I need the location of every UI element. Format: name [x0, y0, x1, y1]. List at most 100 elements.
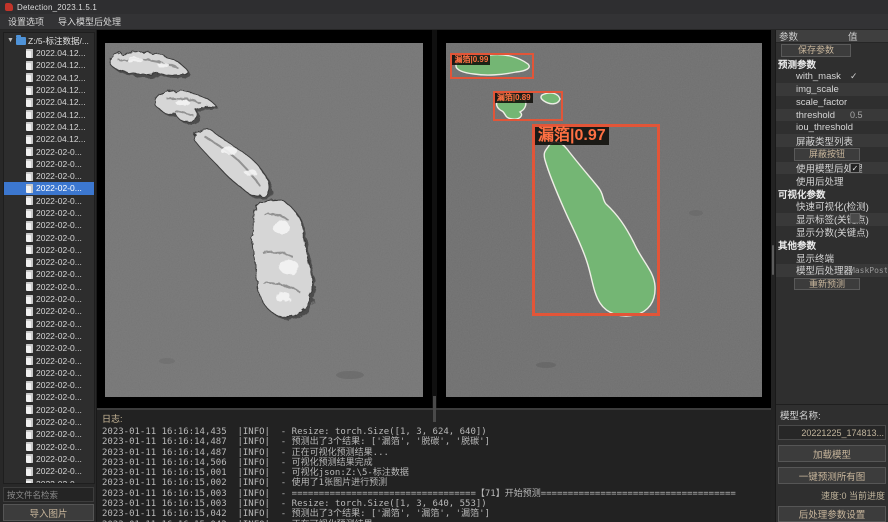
tree-item-label: 2022-02-0... — [36, 368, 82, 378]
tree-item[interactable]: 2022-02-0... — [4, 158, 94, 170]
postprocess-params-button[interactable]: 后处理参数设置 — [778, 506, 886, 522]
tree-item[interactable]: 2022-02-0... — [4, 244, 94, 256]
param-row[interactable]: threshold0.5 — [776, 109, 888, 122]
tree-item[interactable]: 2022-02-0... — [4, 330, 94, 342]
params-section-header: 其他参数 — [776, 238, 888, 251]
tree-item[interactable]: 2022.04.12... — [4, 59, 94, 71]
log-line: 2023-01-11 16:16:14,487 |INFO| - 预测出了3个结… — [102, 437, 771, 447]
param-value[interactable] — [850, 213, 887, 225]
tree-item[interactable]: 2022-02-0... — [4, 281, 94, 293]
file-tree[interactable]: ▼ Z:/5-标注数据/... 2022.04.12...2022.04.12.… — [3, 32, 95, 484]
tree-item[interactable]: 2022-02-0... — [4, 293, 94, 305]
tree-item[interactable]: 2022-02-0... — [4, 342, 94, 354]
tree-item[interactable]: 2022-02-0... — [4, 441, 94, 453]
tree-item[interactable]: 2022-02-0... — [4, 195, 94, 207]
tree-item[interactable]: 2022-02-0... — [4, 305, 94, 317]
param-value[interactable]: ✓ — [850, 163, 887, 173]
tree-item[interactable]: 2022-02-0... — [4, 145, 94, 157]
params-button[interactable]: 重新预测 — [794, 278, 860, 291]
tree-item[interactable]: 2022-02-0... — [4, 207, 94, 219]
tree-item[interactable]: 2022-02-0... — [4, 256, 94, 268]
model-name-field[interactable]: 20221225_174813... — [778, 425, 886, 440]
params-button[interactable]: 屏蔽按钮 — [794, 148, 860, 161]
tree-item[interactable]: 2022-02-0... — [4, 219, 94, 231]
chevron-down-icon[interactable]: ▼ — [7, 37, 14, 44]
tree-root-folder[interactable]: ▼ Z:/5-标注数据/... — [4, 34, 94, 47]
param-label: img_scale — [776, 84, 839, 95]
tree-item[interactable]: 2022-02-0... — [4, 318, 94, 330]
param-row[interactable]: 使用后处理 — [776, 174, 888, 187]
param-row[interactable]: with_mask✓ — [776, 70, 888, 83]
file-icon — [26, 418, 33, 427]
tree-item[interactable]: 2022-02-0... — [4, 354, 94, 366]
param-row[interactable]: scale_factor — [776, 96, 888, 109]
viewer-splitter[interactable] — [432, 30, 437, 408]
tree-item[interactable]: 2022-02-0... — [4, 453, 94, 465]
param-row[interactable]: 显示分数(关键点) — [776, 226, 888, 239]
import-image-button[interactable]: 导入图片 — [3, 504, 94, 521]
params-scrollbar[interactable] — [771, 30, 775, 522]
tree-item[interactable]: 2022-02-0... — [4, 416, 94, 428]
tree-item[interactable]: 2022.04.12... — [4, 133, 94, 145]
file-icon — [26, 270, 33, 279]
file-icon — [26, 86, 33, 95]
tree-item-label: 2022-02-0... — [36, 454, 82, 464]
menu-item-settings[interactable]: 设置选项 — [8, 15, 44, 28]
tree-item[interactable]: 2022-02-0 — [4, 477, 94, 484]
param-row[interactable]: img_scale — [776, 83, 888, 96]
tree-item-label: 2022-02-0... — [36, 220, 82, 230]
source-image-viewer[interactable] — [97, 30, 432, 408]
scrollbar-thumb[interactable] — [772, 245, 774, 275]
tree-item[interactable]: 2022-02-0... — [4, 465, 94, 477]
predict-all-button[interactable]: 一键预测所有图 — [778, 467, 886, 484]
column-header-value: 值 — [848, 29, 858, 43]
tree-item[interactable]: 2022.04.12... — [4, 108, 94, 120]
detection-box: 漏箔|0.99 — [450, 53, 533, 80]
tree-item-label: 2022.04.12... — [36, 134, 86, 144]
tree-item[interactable]: 2022-02-0... — [4, 182, 94, 194]
center-area: 漏箔|0.99漏箔|0.89漏箔|0.97 日志: 2023-01-11 16:… — [97, 30, 771, 522]
menu-item-import-postprocess[interactable]: 导入模型后处理 — [58, 15, 121, 28]
splitter-handle[interactable] — [433, 396, 436, 422]
params-button-row: 重新预测 — [776, 277, 888, 292]
file-icon — [26, 430, 33, 439]
tree-item[interactable]: 2022-02-0... — [4, 391, 94, 403]
file-icon — [26, 295, 33, 304]
tree-item-label: 2022-02-0... — [36, 159, 82, 169]
detection-box: 漏箔|0.89 — [493, 91, 563, 121]
param-row[interactable]: 使用模型后处理✓ — [776, 162, 888, 175]
checkbox-checked-icon[interactable]: ✓ — [850, 163, 860, 173]
param-row[interactable]: 屏蔽类型列表 — [776, 134, 888, 147]
tree-item[interactable]: 2022-02-0... — [4, 379, 94, 391]
log-pane[interactable]: 日志: 2023-01-11 16:16:14,435 |INFO| - Res… — [97, 408, 771, 522]
param-label: scale_factor — [776, 97, 847, 108]
tree-item-label: 2022.04.12... — [36, 85, 86, 95]
tree-item[interactable]: 2022-02-0... — [4, 428, 94, 440]
param-row[interactable]: 模型后处理器MaskPostPro — [776, 264, 888, 277]
param-row[interactable]: iou_threshold — [776, 121, 888, 134]
checkbox-unchecked-icon[interactable] — [850, 213, 860, 223]
params-table: 保存参数预测参数with_mask✓img_scalescale_factort… — [776, 43, 888, 291]
params-button[interactable]: 保存参数 — [781, 44, 851, 57]
param-row[interactable]: 显示终端 — [776, 251, 888, 264]
tree-item[interactable]: 2022-02-0... — [4, 367, 94, 379]
tree-item[interactable]: 2022-02-0... — [4, 404, 94, 416]
tree-item-label: 2022-02-0... — [36, 294, 82, 304]
tree-item[interactable]: 2022.04.12... — [4, 121, 94, 133]
tree-item[interactable]: 2022-02-0... — [4, 268, 94, 280]
tree-item[interactable]: 2022.04.12... — [4, 72, 94, 84]
tree-item-label: 2022-02-0... — [36, 319, 82, 329]
prediction-image-viewer[interactable]: 漏箔|0.99漏箔|0.89漏箔|0.97 — [437, 30, 772, 408]
tree-item[interactable]: 2022.04.12... — [4, 96, 94, 108]
tree-item[interactable]: 2022-02-0... — [4, 170, 94, 182]
folder-icon — [16, 37, 26, 45]
log-line: 2023-01-11 16:16:15,042 |INFO| - 预测出了3个结… — [102, 509, 771, 519]
param-row[interactable]: 显示标签(关键点) — [776, 213, 888, 226]
tree-item[interactable]: 2022.04.12... — [4, 84, 94, 96]
param-row[interactable]: 快速可视化(检测) — [776, 200, 888, 213]
search-input[interactable] — [3, 487, 94, 502]
file-icon — [26, 442, 33, 451]
tree-item[interactable]: 2022.04.12... — [4, 47, 94, 59]
load-model-button[interactable]: 加载模型 — [778, 445, 886, 462]
tree-item[interactable]: 2022-02-0... — [4, 231, 94, 243]
